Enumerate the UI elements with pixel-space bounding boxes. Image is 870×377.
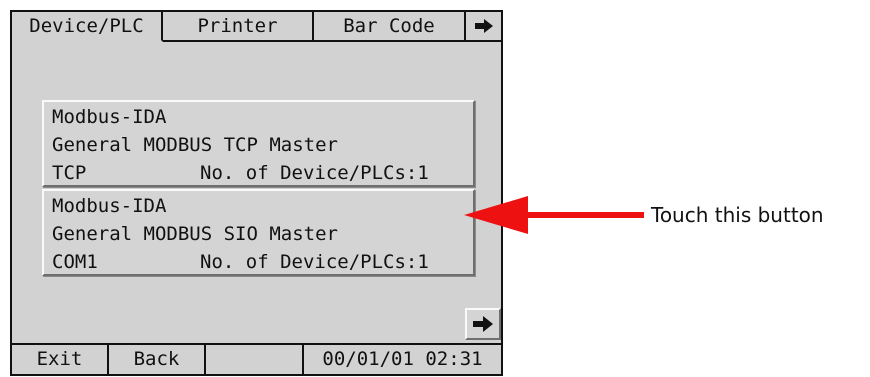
- arrow-right-icon: [474, 19, 493, 33]
- settings-panel: Device/PLC Printer Bar Code Modbus-IDA G…: [10, 10, 503, 376]
- entry-name: General MODBUS SIO Master: [52, 223, 338, 245]
- entry-driver: Modbus-IDA: [52, 106, 167, 128]
- device-entry-button-sio[interactable]: Modbus-IDA General MODBUS SIO Master COM…: [42, 189, 475, 276]
- exit-button[interactable]: Exit: [12, 345, 109, 374]
- tab-device-plc[interactable]: Device/PLC: [12, 12, 163, 42]
- status-bar: Exit Back 00/01/01 02:31: [12, 343, 501, 374]
- callout-label: Touch this button: [651, 203, 824, 227]
- tab-bar: Device/PLC Printer Bar Code: [12, 12, 501, 42]
- callout-arrow-icon: [464, 196, 644, 234]
- arrow-right-icon: [473, 316, 493, 332]
- tab-printer[interactable]: Printer: [163, 12, 314, 42]
- tab-more-button[interactable]: [466, 12, 501, 42]
- back-button[interactable]: Back: [109, 345, 206, 374]
- next-page-button[interactable]: [465, 308, 501, 340]
- entry-port: TCP: [52, 162, 87, 184]
- blank-status-cell: [206, 345, 304, 374]
- entry-port: COM1: [52, 251, 98, 273]
- entry-info-row: COM1 No. of Device/PLCs:1: [52, 248, 473, 276]
- entry-info-row: TCP No. of Device/PLCs:1: [52, 159, 473, 187]
- device-entry-button-tcp[interactable]: Modbus-IDA General MODBUS TCP Master TCP…: [42, 100, 475, 187]
- entry-device-count: No. of Device/PLCs:1: [200, 251, 429, 273]
- entry-device-count: No. of Device/PLCs:1: [200, 162, 429, 184]
- clock-display: 00/01/01 02:31: [322, 348, 483, 370]
- entry-name: General MODBUS TCP Master: [52, 134, 338, 156]
- entry-driver: Modbus-IDA: [52, 195, 167, 217]
- tab-bar-code[interactable]: Bar Code: [314, 12, 466, 42]
